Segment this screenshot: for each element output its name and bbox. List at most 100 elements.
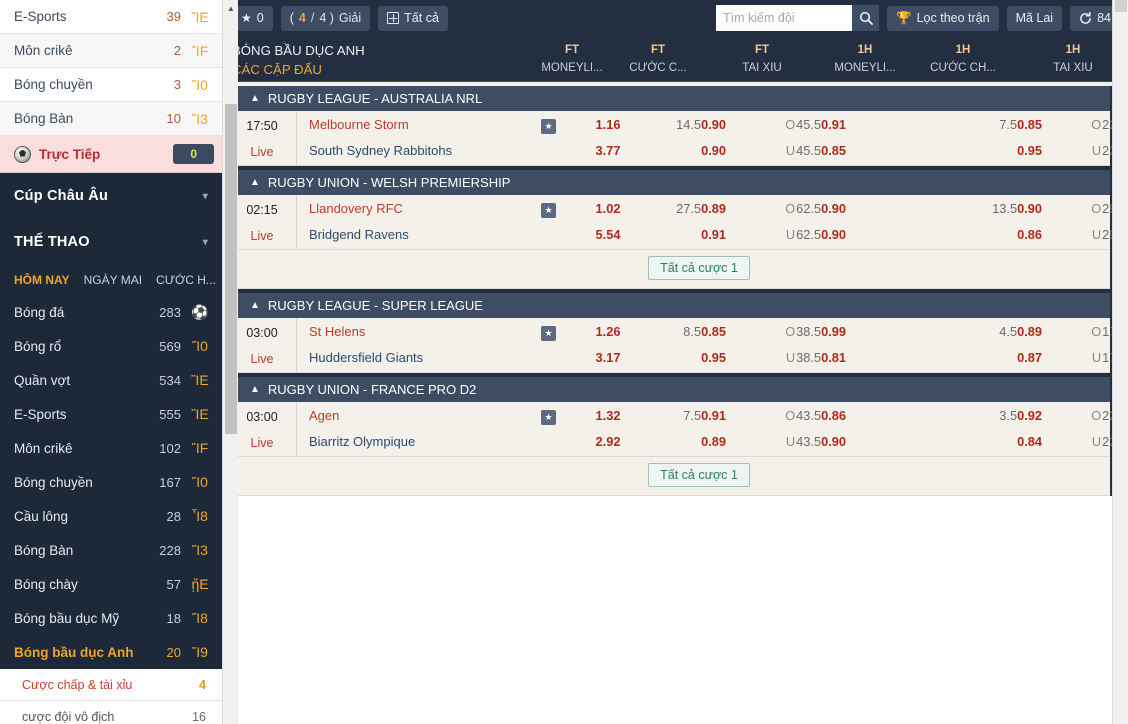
ft-moneyline-away[interactable]: 3.17: [596, 345, 621, 371]
home-team-name[interactable]: St Helens: [309, 319, 566, 345]
sidebar-day-tab-1[interactable]: NGÀY MAI: [84, 273, 142, 287]
main-scrollbar[interactable]: [1112, 0, 1128, 724]
odds-format-button[interactable]: Mã Lai: [1007, 6, 1063, 31]
ft-moneyline-home[interactable]: 1.02: [596, 196, 621, 222]
chevron-up-icon[interactable]: ▲: [250, 384, 260, 395]
all-bets-button[interactable]: Tất cả cược 1: [648, 256, 750, 280]
main-scrollbar-thumb[interactable]: [1115, 0, 1127, 12]
h1-moneyline-away[interactable]: [899, 222, 903, 248]
h1-handicap-bottom[interactable]: 0.87: [1017, 345, 1042, 371]
sidebar-sport-6[interactable]: Cầu lông28Ἷ8: [0, 499, 222, 533]
star-icon[interactable]: ★: [541, 326, 556, 341]
away-team-name[interactable]: Biarritz Olympique: [309, 429, 566, 455]
ft-overunder-over[interactable]: O62.50.90: [785, 196, 846, 222]
ft-moneyline-away[interactable]: 3.77: [596, 138, 621, 164]
ft-handicap-top[interactable]: 14.50.90: [676, 112, 726, 138]
ft-handicap-bottom[interactable]: 0.90: [701, 138, 726, 164]
ft-overunder-over[interactable]: O38.50.99: [785, 319, 846, 345]
h1-moneyline-home[interactable]: [899, 403, 903, 429]
h1-moneyline-home[interactable]: [899, 112, 903, 138]
sidebar-sport-10[interactable]: Bóng bầu dục Anh20Ἴ9: [0, 635, 222, 669]
sidebar-item-3[interactable]: Bóng Bàn10Ἵ3: [0, 102, 222, 136]
ft-handicap-top[interactable]: 27.50.89: [676, 196, 726, 222]
sidebar-sport-9[interactable]: Bóng bầu dục Mỹ18Ἴ8: [0, 601, 222, 635]
scroll-up-arrow-icon[interactable]: ▲: [223, 0, 239, 17]
league-header-3[interactable]: ▲RUGBY UNION - FRANCE PRO D2: [228, 377, 1110, 402]
sidebar-day-tab-2[interactable]: CƯỚC H...: [156, 273, 216, 287]
chevron-up-icon[interactable]: ▲: [250, 300, 260, 311]
sidebar-section-euro-cup[interactable]: Cúp Châu Âu ▾: [0, 173, 222, 219]
away-team-name[interactable]: Huddersfield Giants: [309, 345, 566, 371]
sidebar-sport-0[interactable]: Bóng đá283⚽: [0, 295, 222, 329]
ft-moneyline-away[interactable]: 5.54: [596, 222, 621, 248]
sidebar-item-2[interactable]: Bóng chuyền3Ἵ0: [0, 68, 222, 102]
ft-moneyline-away[interactable]: 2.92: [596, 429, 621, 455]
star-icon[interactable]: ★: [541, 410, 556, 425]
sidebar-sport-4[interactable]: Môn crikê102ἼF: [0, 431, 222, 465]
h1-moneyline-away[interactable]: [899, 345, 903, 371]
home-team-name[interactable]: Agen: [309, 403, 566, 429]
search-group: [716, 5, 879, 31]
chevron-up-icon[interactable]: ▲: [250, 93, 260, 104]
sidebar-sport-2[interactable]: Quần vợt534ἻE: [0, 363, 222, 397]
sidebar-sport-count: 569: [159, 339, 181, 354]
sidebar-item-live[interactable]: Trực Tiếp 0: [0, 136, 222, 173]
leagues-filter-button[interactable]: ( 4 / 4 ) Giải: [281, 6, 370, 31]
ft-handicap-top[interactable]: 8.50.85: [683, 319, 726, 345]
sidebar-day-tab-0[interactable]: HÔM NAY: [14, 273, 70, 287]
league-header-1[interactable]: ▲RUGBY UNION - WELSH PREMIERSHIP: [228, 170, 1110, 195]
h1-moneyline-away[interactable]: [899, 429, 903, 455]
ft-moneyline-home[interactable]: 1.26: [596, 319, 621, 345]
home-team-name[interactable]: Llandovery RFC: [309, 196, 566, 222]
search-button[interactable]: [852, 5, 879, 31]
sidebar-sport-1[interactable]: Bóng rổ569Ἴ0: [0, 329, 222, 363]
sidebar-sport-5[interactable]: Bóng chuyền167Ἵ0: [0, 465, 222, 499]
h1-handicap-top[interactable]: 4.50.89: [999, 319, 1042, 345]
ft-overunder-under[interactable]: U43.50.90: [786, 429, 846, 455]
h1-handicap-top[interactable]: 13.50.90: [992, 196, 1042, 222]
ft-moneyline-home[interactable]: 1.32: [596, 403, 621, 429]
league-header-2[interactable]: ▲RUGBY LEAGUE - SUPER LEAGUE: [228, 293, 1110, 318]
ft-handicap-bottom[interactable]: 0.95: [701, 345, 726, 371]
h1-handicap-bottom[interactable]: 0.86: [1017, 222, 1042, 248]
h1-handicap-bottom[interactable]: 0.95: [1017, 138, 1042, 164]
show-all-button[interactable]: Tất cả: [378, 6, 448, 31]
ft-overunder-under[interactable]: U62.50.90: [786, 222, 846, 248]
h1-moneyline-home[interactable]: [899, 196, 903, 222]
search-icon: [859, 11, 873, 25]
sidebar-subitem-0[interactable]: Cược chấp & tài xỉu4: [0, 669, 222, 701]
ft-moneyline-home[interactable]: 1.16: [596, 112, 621, 138]
all-bets-button[interactable]: Tất cả cược 1: [648, 463, 750, 487]
star-icon[interactable]: ★: [541, 203, 556, 218]
sidebar-item-0[interactable]: E-Sports39ἺE: [0, 0, 222, 34]
filter-by-match-button[interactable]: 🏆 Lọc theo trận: [887, 6, 999, 31]
chevron-up-icon[interactable]: ▲: [250, 177, 260, 188]
column-header-ft-overunder: FT TAI XIU: [702, 36, 822, 81]
star-icon[interactable]: ★: [541, 119, 556, 134]
sidebar-sport-7[interactable]: Bóng Bàn228Ἵ3: [0, 533, 222, 567]
sidebar-item-1[interactable]: Môn crikê2ἼF: [0, 34, 222, 68]
ft-handicap-bottom[interactable]: 0.89: [701, 429, 726, 455]
sidebar-scrollbar[interactable]: ▲: [222, 0, 238, 724]
h1-handicap-top[interactable]: 7.50.85: [999, 112, 1042, 138]
h1-moneyline-away[interactable]: [899, 138, 903, 164]
home-team-name[interactable]: Melbourne Storm: [309, 112, 566, 138]
ft-handicap-bottom[interactable]: 0.91: [701, 222, 726, 248]
h1-moneyline-home[interactable]: [899, 319, 903, 345]
sidebar-scrollbar-thumb[interactable]: [225, 104, 237, 434]
ft-overunder-under[interactable]: U38.50.81: [786, 345, 846, 371]
league-header-0[interactable]: ▲RUGBY LEAGUE - AUSTRALIA NRL: [228, 86, 1110, 111]
search-input[interactable]: [716, 5, 852, 31]
ft-overunder-under[interactable]: U45.50.85: [786, 138, 846, 164]
h1-handicap-bottom[interactable]: 0.84: [1017, 429, 1042, 455]
away-team-name[interactable]: Bridgend Ravens: [309, 222, 566, 248]
away-team-name[interactable]: South Sydney Rabbitohs: [309, 138, 566, 164]
ft-overunder-over[interactable]: O45.50.91: [785, 112, 846, 138]
sidebar-sport-8[interactable]: Bóng chày57ᾔE: [0, 567, 222, 601]
sidebar-section-sports[interactable]: THỂ THAO ▾: [0, 219, 222, 265]
ft-handicap-top[interactable]: 7.50.91: [683, 403, 726, 429]
sidebar-sport-3[interactable]: E-Sports555ἺE: [0, 397, 222, 431]
ft-overunder-over[interactable]: O43.50.86: [785, 403, 846, 429]
h1-handicap-top[interactable]: 3.50.92: [999, 403, 1042, 429]
sidebar-subitem-1[interactable]: cược đội vô địch16: [0, 701, 222, 724]
